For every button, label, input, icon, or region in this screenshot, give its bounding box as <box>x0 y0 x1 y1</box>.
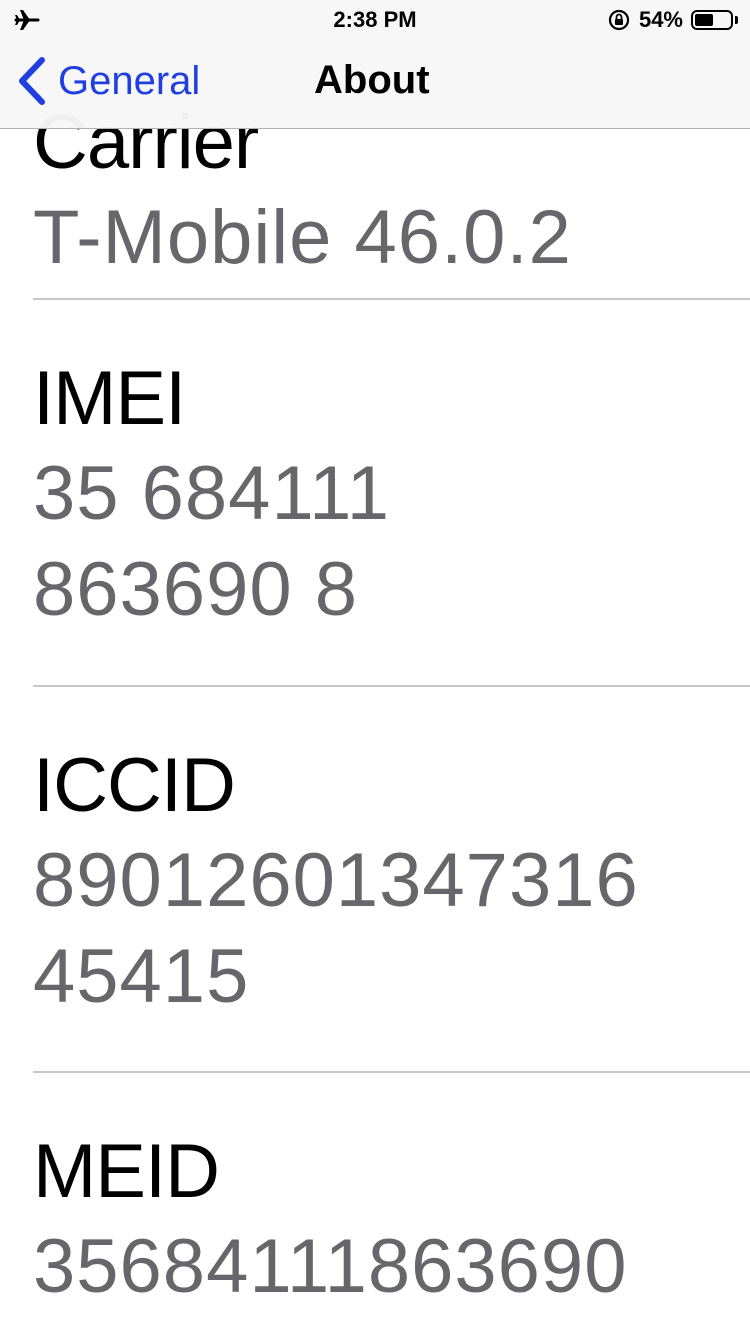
battery-icon <box>691 10 733 30</box>
battery-fill <box>695 14 714 26</box>
list-item-imei: IMEI 35 684111 863690 8 <box>33 352 750 638</box>
divider <box>33 298 750 300</box>
divider <box>33 1071 750 1073</box>
divider <box>33 685 750 687</box>
status-right: 54% <box>607 7 738 33</box>
battery-cap <box>735 16 738 24</box>
status-bar: 2:38 PM 54% <box>0 0 750 40</box>
cell-value-line: 863690 8 <box>33 547 358 632</box>
cell-value-line: 45415 <box>33 934 250 1019</box>
cell-value: T-Mobile 46.0.2 <box>33 195 572 280</box>
list-item-iccid: ICCID 89012601347316 45415 <box>33 739 750 1025</box>
back-button[interactable]: General <box>16 52 200 110</box>
cell-label: ICCID <box>33 743 236 828</box>
battery-percent: 54% <box>638 7 683 32</box>
orientation-lock-icon <box>608 9 630 31</box>
settings-list[interactable]: Carrier T-Mobile 46.0.2 IMEI 35 684111 8… <box>0 0 750 1334</box>
cell-value-line: 35 684111 <box>33 451 390 536</box>
list-item-meid: MEID 35684111863690 <box>33 1125 750 1315</box>
cell-value-line: 89012601347316 <box>33 838 639 923</box>
chevron-left-icon <box>19 57 45 105</box>
about-screen: Carrier T-Mobile 46.0.2 IMEI 35 684111 8… <box>0 0 750 1334</box>
cell-label: MEID <box>33 1129 220 1214</box>
back-button-label: General <box>58 58 201 103</box>
cell-value: 35684111863690 <box>33 1224 628 1309</box>
cell-label: IMEI <box>33 356 186 441</box>
page-title: About <box>314 58 430 102</box>
